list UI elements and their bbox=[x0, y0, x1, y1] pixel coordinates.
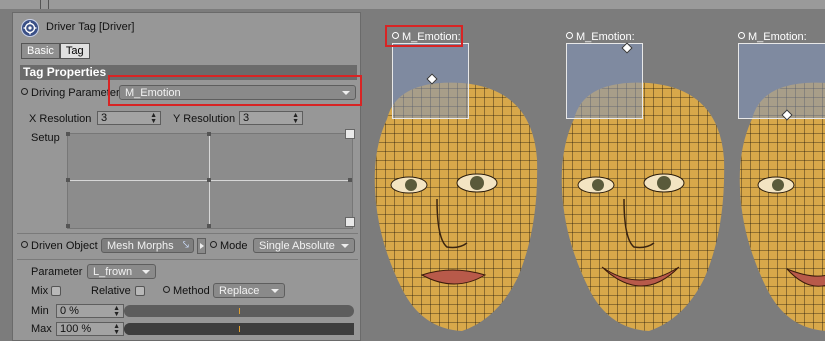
min-slider[interactable] bbox=[124, 305, 354, 317]
mode-label: Mode bbox=[210, 240, 248, 252]
min-label: Min bbox=[31, 305, 49, 317]
controller-dot-icon bbox=[738, 32, 745, 39]
parameter-label: Parameter bbox=[31, 266, 83, 278]
top-strip bbox=[0, 0, 825, 9]
stepper-arrows-icon[interactable]: ▲ ▼ bbox=[150, 112, 157, 125]
tab-basic[interactable]: Basic bbox=[21, 43, 60, 59]
stepper-arrows-icon[interactable]: ▲ ▼ bbox=[113, 323, 120, 336]
ruler-tick bbox=[40, 0, 41, 9]
stepper-arrows-icon[interactable]: ▲ ▼ bbox=[292, 112, 299, 125]
driven-object-field[interactable]: Mesh Morphs ⤥ bbox=[101, 238, 194, 253]
controller-dot-icon bbox=[566, 32, 573, 39]
max-value-field[interactable]: 100 % ▲ ▼ bbox=[56, 322, 124, 336]
resize-handle[interactable] bbox=[345, 217, 355, 227]
y-resolution-label: Y Resolution bbox=[173, 113, 236, 125]
driving-parameter-label: Driving Parameter bbox=[21, 87, 120, 99]
x-resolution-stepper[interactable]: 3 ▲ ▼ bbox=[97, 111, 161, 125]
driven-object-picker-button[interactable] bbox=[197, 238, 206, 254]
mode-value: Single Absolute bbox=[259, 240, 335, 252]
controller-label: M_Emotion: bbox=[566, 31, 635, 43]
stepper-arrows-icon[interactable]: ▲ ▼ bbox=[113, 305, 120, 318]
slider-midpoint-mark bbox=[239, 308, 240, 314]
driving-parameter-label-text: Driving Parameter bbox=[31, 87, 120, 99]
chevron-down-icon bbox=[142, 270, 150, 274]
parameter-dropdown[interactable]: L_frown bbox=[87, 264, 156, 279]
method-label: Method bbox=[163, 285, 210, 297]
mix-label: Mix bbox=[31, 285, 49, 297]
min-value: 0 % bbox=[60, 305, 79, 317]
emotion-controller-box[interactable] bbox=[738, 43, 825, 119]
controller-label-text: M_Emotion: bbox=[576, 31, 635, 43]
panel-title-bar: Driver Tag [Driver] bbox=[13, 13, 360, 41]
divider bbox=[17, 259, 358, 260]
parameter-value: L_frown bbox=[93, 266, 133, 278]
grid-point[interactable] bbox=[66, 224, 70, 228]
mode-dropdown[interactable]: Single Absolute bbox=[253, 238, 355, 253]
max-slider[interactable] bbox=[124, 323, 354, 335]
ruler-tick bbox=[48, 0, 49, 9]
grid-point[interactable] bbox=[207, 178, 211, 182]
driver-tag-icon bbox=[21, 19, 39, 37]
3d-viewport[interactable]: M_Emotion: M_Emotion: M_Emotion: bbox=[362, 9, 825, 341]
driven-object-label-text: Driven Object bbox=[31, 240, 98, 252]
animation-dot-icon[interactable] bbox=[21, 241, 28, 248]
animation-dot-icon[interactable] bbox=[21, 88, 28, 95]
mix-checkbox[interactable] bbox=[51, 286, 61, 296]
chevron-down-icon bbox=[341, 244, 349, 248]
tab-bar: Basic Tag bbox=[21, 43, 90, 59]
grid-point[interactable] bbox=[207, 132, 211, 136]
grid-point[interactable] bbox=[66, 178, 70, 182]
method-value: Replace bbox=[219, 285, 260, 297]
resize-handle[interactable] bbox=[345, 129, 355, 139]
relative-checkbox[interactable] bbox=[135, 286, 145, 296]
x-resolution-value: 3 bbox=[101, 112, 108, 124]
y-resolution-stepper[interactable]: 3 ▲ ▼ bbox=[239, 111, 303, 125]
animation-dot-icon[interactable] bbox=[163, 286, 170, 293]
x-resolution-label: X Resolution bbox=[29, 113, 92, 125]
panel-title: Driver Tag [Driver] bbox=[46, 21, 135, 33]
grid-point[interactable] bbox=[207, 224, 211, 228]
tab-tag[interactable]: Tag bbox=[59, 43, 90, 59]
animation-dot-icon[interactable] bbox=[210, 241, 217, 248]
y-resolution-value: 3 bbox=[243, 112, 250, 124]
relative-label: Relative bbox=[91, 285, 131, 297]
mode-label-text: Mode bbox=[220, 240, 248, 252]
emotion-controller-box[interactable] bbox=[566, 43, 643, 119]
highlight-box-controller bbox=[385, 25, 463, 47]
controller-label-text: M_Emotion: bbox=[748, 31, 807, 43]
max-value: 100 % bbox=[60, 323, 92, 335]
grid-point[interactable] bbox=[348, 178, 352, 182]
min-value-field[interactable]: 0 % ▲ ▼ bbox=[56, 304, 124, 318]
driven-object-label: Driven Object bbox=[21, 240, 98, 252]
link-icon: ⤥ bbox=[182, 239, 189, 251]
driven-object-value: Mesh Morphs bbox=[107, 240, 174, 252]
method-dropdown[interactable]: Replace bbox=[213, 283, 285, 298]
setup-label: Setup bbox=[31, 132, 60, 144]
method-label-text: Method bbox=[173, 285, 210, 297]
max-label: Max bbox=[31, 323, 52, 335]
controller-label: M_Emotion: bbox=[738, 31, 807, 43]
slider-midpoint-mark bbox=[239, 326, 240, 332]
highlight-box-driving-parameter bbox=[108, 75, 362, 106]
setup-grid[interactable] bbox=[66, 129, 355, 229]
attribute-panel: Driver Tag [Driver] Basic Tag Tag Proper… bbox=[12, 12, 362, 341]
divider bbox=[17, 233, 358, 234]
chevron-down-icon bbox=[271, 289, 279, 293]
grid-point[interactable] bbox=[66, 132, 70, 136]
